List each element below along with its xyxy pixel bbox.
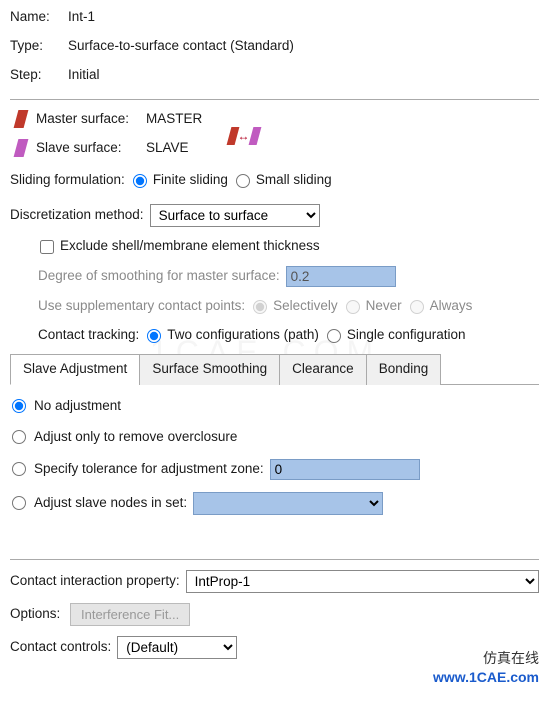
slave-surface-label: Slave surface: bbox=[36, 139, 146, 158]
adjust-tolerance-label: Specify tolerance for adjustment zone: bbox=[34, 460, 264, 479]
finite-sliding-radio[interactable] bbox=[133, 174, 147, 188]
sliding-label: Sliding formulation: bbox=[10, 171, 125, 190]
contact-controls-label: Contact controls: bbox=[10, 638, 111, 657]
interaction-property-select[interactable]: IntProp-1 bbox=[186, 570, 539, 593]
supplementary-row: Use supplementary contact points: Select… bbox=[38, 297, 539, 316]
small-sliding-option[interactable]: Small sliding bbox=[234, 171, 332, 190]
supp-always-option: Always bbox=[408, 297, 473, 316]
adjust-set-label: Adjust slave nodes in set: bbox=[34, 494, 187, 513]
name-row: Name: Int-1 bbox=[10, 8, 539, 27]
interaction-property-row: Contact interaction property: IntProp-1 bbox=[10, 570, 539, 593]
interference-fit-button: Interference Fit... bbox=[70, 603, 190, 626]
exclude-shell-label: Exclude shell/membrane element thickness bbox=[60, 237, 320, 256]
smoothing-label: Degree of smoothing for master surface: bbox=[38, 267, 280, 286]
tab-bonding[interactable]: Bonding bbox=[366, 354, 442, 385]
master-surface-row: Master surface: MASTER bbox=[16, 110, 539, 129]
sliding-formulation-row: Sliding formulation: Finite sliding Smal… bbox=[10, 171, 539, 190]
no-adjustment-radio[interactable] bbox=[12, 399, 26, 413]
name-value: Int-1 bbox=[68, 8, 95, 27]
adjust-set-radio[interactable] bbox=[12, 496, 26, 510]
type-row: Type: Surface-to-surface contact (Standa… bbox=[10, 37, 539, 56]
adjust-tolerance-row[interactable]: Specify tolerance for adjustment zone: bbox=[10, 459, 539, 480]
tracking-single-radio[interactable] bbox=[327, 329, 341, 343]
discretization-label: Discretization method: bbox=[10, 206, 144, 225]
tracking-two-radio[interactable] bbox=[147, 329, 161, 343]
supplementary-label: Use supplementary contact points: bbox=[38, 297, 245, 316]
step-label: Step: bbox=[10, 66, 58, 85]
slave-surface-value: SLAVE bbox=[146, 139, 189, 158]
adjust-overclosure-row[interactable]: Adjust only to remove overclosure bbox=[10, 428, 539, 447]
finite-sliding-option[interactable]: Finite sliding bbox=[131, 171, 228, 190]
supp-selectively-option: Selectively bbox=[251, 297, 338, 316]
master-surface-value: MASTER bbox=[146, 110, 202, 129]
adjust-tolerance-radio[interactable] bbox=[12, 462, 26, 476]
no-adjustment-label: No adjustment bbox=[34, 397, 121, 416]
name-label: Name: bbox=[10, 8, 58, 27]
small-sliding-radio[interactable] bbox=[236, 174, 250, 188]
contact-tracking-row: Contact tracking: Two configurations (pa… bbox=[38, 326, 539, 345]
interaction-property-label: Contact interaction property: bbox=[10, 572, 180, 591]
adjust-overclosure-label: Adjust only to remove overclosure bbox=[34, 428, 237, 447]
adjust-set-row[interactable]: Adjust slave nodes in set: bbox=[10, 492, 539, 515]
adjust-overclosure-radio[interactable] bbox=[12, 430, 26, 444]
supp-never-option: Never bbox=[344, 297, 402, 316]
adjust-set-select[interactable] bbox=[193, 492, 383, 515]
tab-clearance[interactable]: Clearance bbox=[279, 354, 367, 385]
tabs: Slave Adjustment Surface Smoothing Clear… bbox=[10, 353, 539, 385]
tab-body-slave-adjustment: No adjustment Adjust only to remove over… bbox=[10, 385, 539, 545]
tracking-label: Contact tracking: bbox=[38, 326, 139, 345]
discretization-select[interactable]: Surface to surface bbox=[150, 204, 320, 227]
supp-never-radio bbox=[346, 300, 360, 314]
contact-controls-select[interactable]: (Default) bbox=[117, 636, 237, 659]
swap-surfaces-button[interactable]: ↔ bbox=[229, 127, 259, 145]
tab-surface-smoothing[interactable]: Surface Smoothing bbox=[139, 354, 280, 385]
smoothing-row: Degree of smoothing for master surface: bbox=[38, 266, 539, 287]
smoothing-input bbox=[286, 266, 396, 287]
exclude-shell-checkbox[interactable] bbox=[40, 240, 54, 254]
supp-always-radio bbox=[410, 300, 424, 314]
master-surface-icon bbox=[14, 110, 29, 128]
options-label: Options: bbox=[10, 605, 70, 624]
no-adjustment-row[interactable]: No adjustment bbox=[10, 397, 539, 416]
step-row: Step: Initial bbox=[10, 66, 539, 85]
options-row: Options: Interference Fit... bbox=[10, 603, 539, 626]
master-surface-label: Master surface: bbox=[36, 110, 146, 129]
tracking-single-option[interactable]: Single configuration bbox=[325, 326, 466, 345]
step-value: Initial bbox=[68, 66, 100, 85]
contact-controls-row: Contact controls: (Default) bbox=[10, 636, 539, 659]
tab-slave-adjustment[interactable]: Slave Adjustment bbox=[10, 354, 140, 385]
slave-surface-row: Slave surface: SLAVE ↔ bbox=[16, 139, 539, 158]
type-value: Surface-to-surface contact (Standard) bbox=[68, 37, 294, 56]
tracking-two-option[interactable]: Two configurations (path) bbox=[145, 326, 319, 345]
discretization-row: Discretization method: Surface to surfac… bbox=[10, 204, 539, 227]
type-label: Type: bbox=[10, 37, 58, 56]
exclude-shell-row: Exclude shell/membrane element thickness bbox=[38, 237, 539, 256]
slave-surface-icon bbox=[14, 139, 29, 157]
adjust-tolerance-input[interactable] bbox=[270, 459, 420, 480]
supp-selectively-radio bbox=[253, 300, 267, 314]
